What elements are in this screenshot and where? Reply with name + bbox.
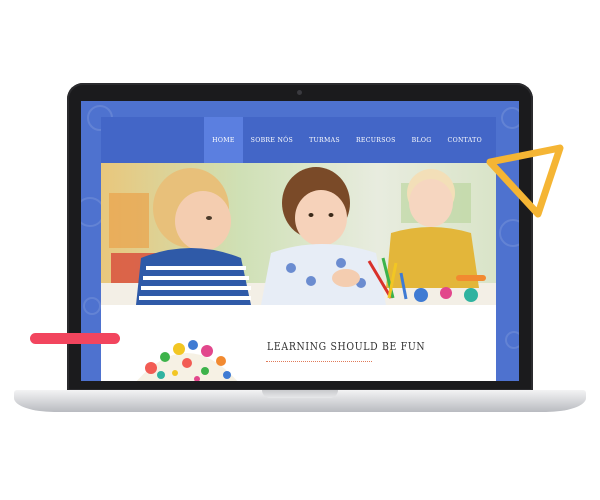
- kids-doodle-illustration: [136, 340, 238, 381]
- laptop-base-notch: [262, 390, 338, 398]
- red-accent-bar: [30, 333, 120, 344]
- hero-image: [101, 163, 496, 305]
- content-section: LEARNING SHOULD BE FUN: [101, 305, 496, 381]
- laptop-screen: HOME SOBRE NÓS TURMAS RECURSOS BLOG CONT…: [81, 101, 519, 381]
- nav-menu: HOME SOBRE NÓS TURMAS RECURSOS BLOG CONT…: [204, 117, 490, 163]
- nav-item-recursos[interactable]: RECURSOS: [348, 117, 404, 163]
- nav-item-home[interactable]: HOME: [204, 117, 243, 163]
- hero-photo: [101, 163, 496, 305]
- nav-item-sobre-nos[interactable]: SOBRE NÓS: [243, 117, 301, 163]
- dotted-divider: [266, 361, 372, 362]
- nav-item-blog[interactable]: BLOG: [404, 117, 440, 163]
- nav-item-turmas[interactable]: TURMAS: [301, 117, 348, 163]
- section-heading: LEARNING SHOULD BE FUN: [267, 340, 426, 353]
- nav-bar: HOME SOBRE NÓS TURMAS RECURSOS BLOG CONT…: [101, 117, 496, 163]
- background-doodle: [83, 297, 101, 315]
- background-doodle: [505, 331, 519, 349]
- website: HOME SOBRE NÓS TURMAS RECURSOS BLOG CONT…: [101, 117, 496, 381]
- yellow-triangle-outline: [486, 144, 564, 218]
- camera-icon: [297, 90, 302, 95]
- background-doodle: [501, 107, 519, 129]
